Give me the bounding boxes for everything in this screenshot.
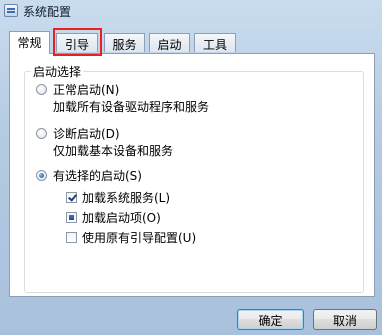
normal-startup-radio[interactable]	[36, 84, 47, 95]
tab-tools[interactable]: 工具	[194, 33, 236, 52]
boot-tab-highlight-box	[53, 28, 102, 56]
tab-services[interactable]: 服务	[104, 33, 145, 52]
diagnostic-startup-description: 仅加载基本设备和服务	[53, 144, 174, 158]
normal-startup-description: 加载所有设备驱动程序和服务	[53, 100, 210, 114]
tab-startup[interactable]: 启动	[149, 33, 190, 52]
load-system-services-checkbox[interactable]	[66, 192, 77, 203]
use-original-boot-config-label[interactable]: 使用原有引导配置(U)	[82, 229, 196, 246]
general-tab-panel: 启动选择 正常启动(N) 加载所有设备驱动程序和服务 诊断启动(D) 仅加载基本…	[9, 53, 375, 297]
window-title: 系统配置	[23, 5, 72, 19]
selective-startup-label[interactable]: 有选择的启动(S)	[53, 167, 142, 184]
tab-general[interactable]: 常规	[9, 31, 50, 54]
ok-button[interactable]: 确定	[237, 309, 304, 330]
cancel-button[interactable]: 取消	[313, 309, 377, 330]
load-startup-items-checkbox[interactable]	[66, 212, 77, 223]
use-original-boot-config-checkbox[interactable]	[66, 232, 77, 243]
title-bar[interactable]: 系统配置	[0, 0, 382, 24]
load-startup-items-label[interactable]: 加载启动项(O)	[82, 209, 161, 226]
group-title: 启动选择	[31, 63, 84, 80]
diagnostic-startup-radio[interactable]	[36, 128, 47, 139]
normal-startup-label[interactable]: 正常启动(N)	[53, 81, 119, 98]
system-config-window: 系统配置 常规 引导 服务 启动 工具 启动选择 正常启动(N) 加载所有设备驱…	[0, 0, 382, 335]
selective-startup-radio[interactable]	[36, 170, 47, 181]
system-config-icon	[4, 4, 18, 17]
load-system-services-label[interactable]: 加载系统服务(L)	[82, 189, 170, 206]
startup-selection-group: 启动选择 正常启动(N) 加载所有设备驱动程序和服务 诊断启动(D) 仅加载基本…	[24, 63, 364, 293]
diagnostic-startup-label[interactable]: 诊断启动(D)	[53, 125, 120, 142]
